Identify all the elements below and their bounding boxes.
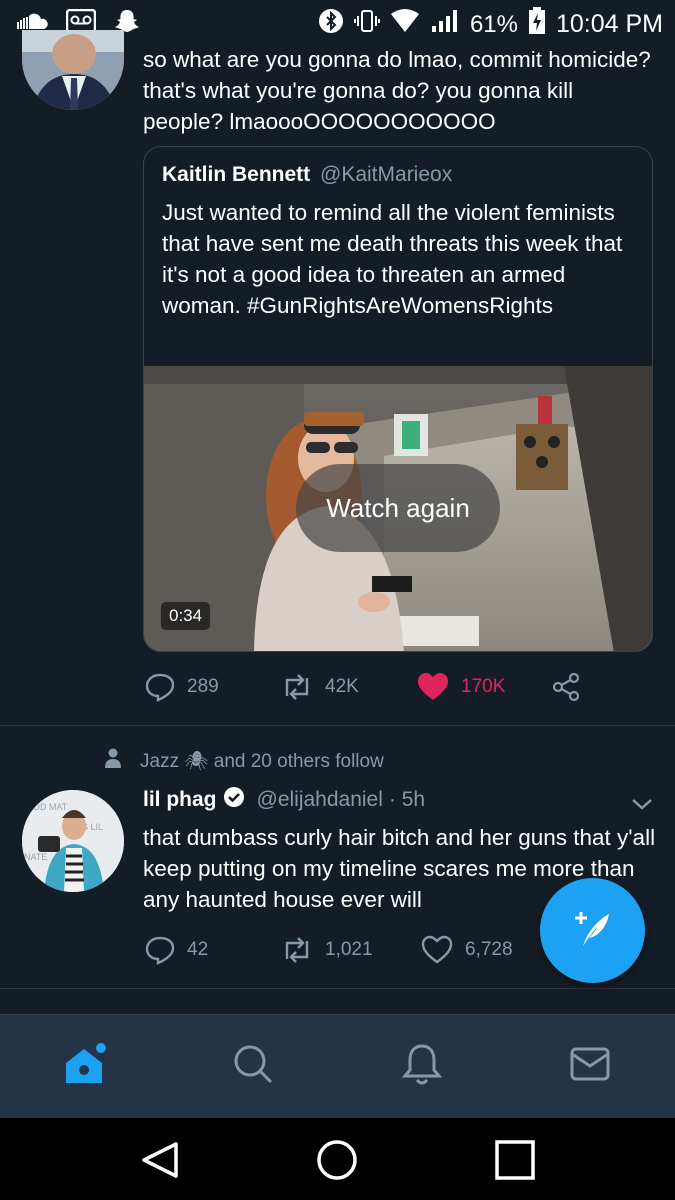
clock: 10:04 PM [555,10,663,38]
compose-feather-icon [569,904,617,957]
tweet-actions: 289 42K 170K [145,672,581,702]
divider [0,988,675,989]
tweet-text: so what are you gonna do lmao, commit ho… [143,47,651,134]
quoted-tweet[interactable]: Kaitlin Bennett @KaitMarieox Just wanted… [143,146,653,652]
retweet-count: 42K [325,676,359,697]
watch-again-button[interactable]: Watch again [296,464,500,552]
battery-level: 61% [469,10,518,38]
home-icon [62,1041,108,1092]
reply-count: 42 [187,939,209,960]
verified-icon [223,786,245,814]
vibrate-icon [353,8,380,41]
divider [0,725,675,726]
reply-button[interactable]: 289 [145,672,281,702]
like-count: 6,728 [465,939,513,960]
home-button[interactable] [315,1138,359,1182]
retweet-icon [281,672,313,702]
svg-text:NATE: NATE [24,852,47,862]
heart-icon [421,935,453,965]
author-handle[interactable]: @elijahdaniel [257,788,383,812]
reply-count: 289 [187,676,219,697]
signal-icon [430,8,460,41]
heart-filled-icon [417,672,449,702]
quoted-tweet-text: Just wanted to remind all the violent fe… [162,200,623,318]
tab-messages[interactable] [565,1041,615,1091]
quoted-author-name: Kaitlin Bennett [162,163,311,186]
video-duration: 0:34 [161,602,211,630]
mail-icon [569,1046,611,1087]
social-context: Jazz 🕷 and 20 others follow [104,748,384,774]
battery-charging-icon [528,7,546,42]
tab-home[interactable] [60,1041,110,1091]
author-name[interactable]: lil phag [143,788,217,812]
wifi-icon [390,8,420,41]
bell-icon [401,1042,443,1091]
quoted-author-handle: @KaitMarieox [320,163,453,186]
reply-icon [145,672,175,702]
like-button[interactable]: 170K [417,672,551,702]
share-icon [551,672,581,702]
bluetooth-icon [318,8,344,41]
search-icon [232,1043,274,1090]
system-nav-bar [0,1118,675,1200]
social-context-text: Jazz 🕷 and 20 others follow [140,751,384,772]
tab-notifications[interactable] [397,1041,447,1091]
person-icon [104,748,122,774]
like-count: 170K [461,676,506,697]
recents-button[interactable] [493,1138,537,1182]
compose-tweet-button[interactable] [540,878,645,983]
tweet-header: lil phag @elijahdaniel · 5h [143,786,425,814]
video-player[interactable]: Watch again 0:34 [144,366,652,651]
like-button[interactable]: 6,728 [421,935,513,965]
retweet-icon [281,935,313,965]
avatar[interactable] [22,30,124,110]
bottom-nav [0,1014,675,1118]
reply-icon [145,935,175,965]
quoted-tweet-header: Kaitlin Bennett @KaitMarieox [162,163,452,187]
chevron-down-icon[interactable] [630,796,654,817]
retweet-button[interactable]: 1,021 [281,935,421,965]
tab-search[interactable] [228,1041,278,1091]
avatar[interactable]: GOD MAT S LIL NATE [22,790,124,892]
share-button[interactable] [551,672,581,702]
reply-button[interactable]: 42 [145,935,281,965]
retweet-button[interactable]: 42K [281,672,417,702]
back-button[interactable] [138,1138,182,1182]
retweet-count: 1,021 [325,939,373,960]
svg-text:GOD MAT: GOD MAT [26,802,68,812]
tweet-actions: 42 1,021 6,728 [145,935,513,965]
tweet-time: · 5h [388,788,426,811]
